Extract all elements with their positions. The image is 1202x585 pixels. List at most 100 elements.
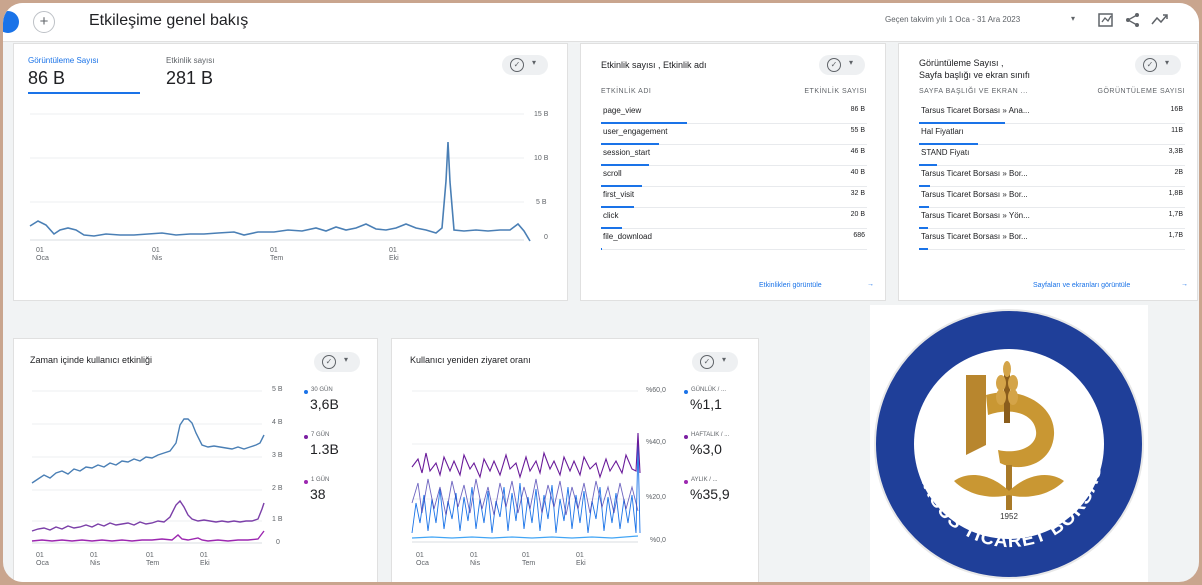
row-value: 1,7B: [1168, 232, 1183, 239]
compare-selector[interactable]: ✓ ▾: [502, 55, 548, 75]
legend-swatch: [304, 390, 308, 394]
analytics-window: + Etkileşime genel bakış Geçen takvim yı…: [3, 3, 1199, 582]
metric-views-label[interactable]: Görüntüleme Sayısı: [28, 56, 99, 65]
legend-swatch: [684, 435, 688, 439]
pages-compare-selector[interactable]: ✓ ▾: [1135, 55, 1181, 75]
row-label: Tarsus Ticaret Borsası » Yön...: [921, 211, 1030, 220]
activity-compare-selector[interactable]: ✓ ▾: [314, 352, 360, 372]
table-row[interactable]: Tarsus Ticaret Borsası » Ana... 16B: [919, 102, 1185, 124]
customize-report-icon[interactable]: [1098, 12, 1116, 30]
table-row[interactable]: scroll 40 B: [601, 165, 867, 187]
x-tick-month: Oca: [36, 560, 49, 567]
legend-label: 30 GÜN: [311, 387, 333, 393]
x-tick-month: Eki: [389, 255, 399, 262]
analytics-logo-icon: [3, 11, 19, 33]
row-label: Tarsus Ticaret Borsası » Bor...: [921, 232, 1028, 241]
table-row[interactable]: Tarsus Ticaret Borsası » Bor... 2B: [919, 165, 1185, 187]
y-tick: 15 B: [534, 111, 549, 118]
metric-events-label[interactable]: Etkinlik sayısı: [166, 56, 214, 65]
logo-panel: 1952 TARSUS TİCARET BORSASI: [870, 305, 1148, 582]
table-row[interactable]: Tarsus Ticaret Borsası » Yön... 1,7B: [919, 207, 1185, 229]
events-compare-selector[interactable]: ✓ ▾: [819, 55, 865, 75]
x-tick-month: Tem: [146, 560, 160, 567]
row-value: 40 B: [850, 169, 865, 176]
arrow-right-icon[interactable]: →: [1181, 281, 1188, 288]
row-label: file_download: [603, 232, 652, 241]
pages-table-card: Görüntüleme Sayısı , Sayfa başlığı ve ek…: [898, 43, 1198, 301]
table-row[interactable]: click 20 B: [601, 207, 867, 229]
legend-value: 3,6B: [310, 396, 339, 412]
legend-value: %1,1: [690, 396, 722, 412]
table-row[interactable]: Hal Fiyatları 11B: [919, 123, 1185, 145]
user-activity-title: Zaman içinde kullanıcı etkinliği: [30, 355, 153, 365]
y-tick: %0,0: [650, 537, 666, 544]
x-tick-day: 01: [576, 552, 584, 559]
row-value: 86 B: [850, 106, 865, 113]
check-circle-icon: ✓: [510, 58, 524, 72]
page-title: Etkileşime genel bakış: [89, 12, 249, 29]
arrow-right-icon[interactable]: →: [867, 281, 874, 288]
pages-col-views-header[interactable]: GÖRÜNTÜLEME SAYISI: [1098, 88, 1185, 95]
pages-col-title-header[interactable]: SAYFA BAŞLIĞI VE EKRAN ...: [919, 88, 1028, 95]
row-label: Tarsus Ticaret Borsası » Bor...: [921, 169, 1028, 178]
y-tick: 5 B: [272, 386, 283, 393]
row-value: 55 B: [850, 127, 865, 134]
x-tick-month: Nis: [152, 255, 163, 262]
view-events-link[interactable]: Etkinlikleri görüntüle: [759, 282, 822, 289]
x-tick-day: 01: [146, 552, 154, 559]
y-tick: %20,0: [646, 494, 666, 501]
x-tick-month: Oca: [36, 255, 49, 262]
y-tick: 3 B: [272, 452, 283, 459]
retention-compare-selector[interactable]: ✓ ▾: [692, 352, 738, 372]
table-row[interactable]: page_view 86 B: [601, 102, 867, 124]
x-tick-day: 01: [522, 552, 530, 559]
table-row[interactable]: session_start 46 B: [601, 144, 867, 166]
date-range-picker[interactable]: Geçen takvim yılı 1 Oca - 31 Ara 2023: [885, 15, 1020, 24]
events-col-name-header[interactable]: ETKİNLİK ADI: [601, 88, 651, 95]
metric-views-value: 86 B: [28, 68, 66, 88]
row-value: 11B: [1171, 127, 1183, 134]
row-label: STAND Fiyatı: [921, 148, 970, 157]
x-tick-month: Oca: [416, 560, 429, 567]
table-row[interactable]: first_visit 32 B: [601, 186, 867, 208]
events-col-count-header[interactable]: ETKİNLİK SAYISI: [804, 88, 867, 95]
x-tick-month: Eki: [576, 560, 586, 567]
row-label: session_start: [603, 148, 651, 157]
y-tick: 4 B: [272, 419, 283, 426]
row-share-bar: [919, 248, 928, 250]
x-tick-month: Nis: [90, 560, 101, 567]
chevron-down-icon: ▾: [344, 355, 349, 364]
table-row[interactable]: Tarsus Ticaret Borsası » Bor... 1,7B: [919, 228, 1185, 250]
events-table-card: Etkinlik sayısı , Etkinlik adı ✓ ▾ ETKİNL…: [580, 43, 886, 301]
legend-swatch: [684, 480, 688, 484]
legend-label: HAFTALIK / ...: [691, 432, 730, 438]
row-label: Tarsus Ticaret Borsası » Bor...: [921, 190, 1028, 199]
check-circle-icon: ✓: [322, 355, 336, 369]
row-label: first_visit: [603, 190, 635, 199]
chevron-down-icon: ▾: [1165, 58, 1170, 67]
retention-chart: [411, 390, 641, 543]
table-row[interactable]: STAND Fiyatı 3,3B: [919, 144, 1185, 166]
row-value: 686: [853, 232, 865, 239]
y-tick: 2 B: [272, 485, 283, 492]
table-row[interactable]: Tarsus Ticaret Borsası » Bor... 1,8B: [919, 186, 1185, 208]
retention-card: Kullanıcı yeniden ziyaret oranı ✓ ▾ %60,0…: [391, 338, 759, 582]
events-card-title: Etkinlik sayısı , Etkinlik adı: [601, 60, 707, 70]
y-tick: 1 B: [272, 516, 283, 523]
table-row[interactable]: user_engagement 55 B: [601, 123, 867, 145]
y-tick: 5 B: [536, 199, 547, 206]
table-row[interactable]: file_download 686: [601, 228, 867, 250]
insights-icon[interactable]: [1151, 12, 1169, 30]
row-value: 1,8B: [1168, 190, 1183, 197]
add-comparison-button[interactable]: +: [33, 11, 55, 33]
x-tick-day: 01: [152, 247, 160, 254]
date-range-caret-icon[interactable]: ▾: [1071, 14, 1075, 23]
share-icon[interactable]: [1125, 12, 1143, 30]
row-value: 2B: [1174, 169, 1183, 176]
row-label: click: [603, 211, 619, 220]
y-tick: 10 B: [534, 155, 549, 162]
view-pages-link[interactable]: Sayfaları ve ekranları görüntüle: [1033, 282, 1130, 289]
x-tick-day: 01: [389, 247, 397, 254]
legend-label: GÜNLÜK / ...: [691, 387, 727, 393]
retention-title: Kullanıcı yeniden ziyaret oranı: [410, 355, 531, 365]
